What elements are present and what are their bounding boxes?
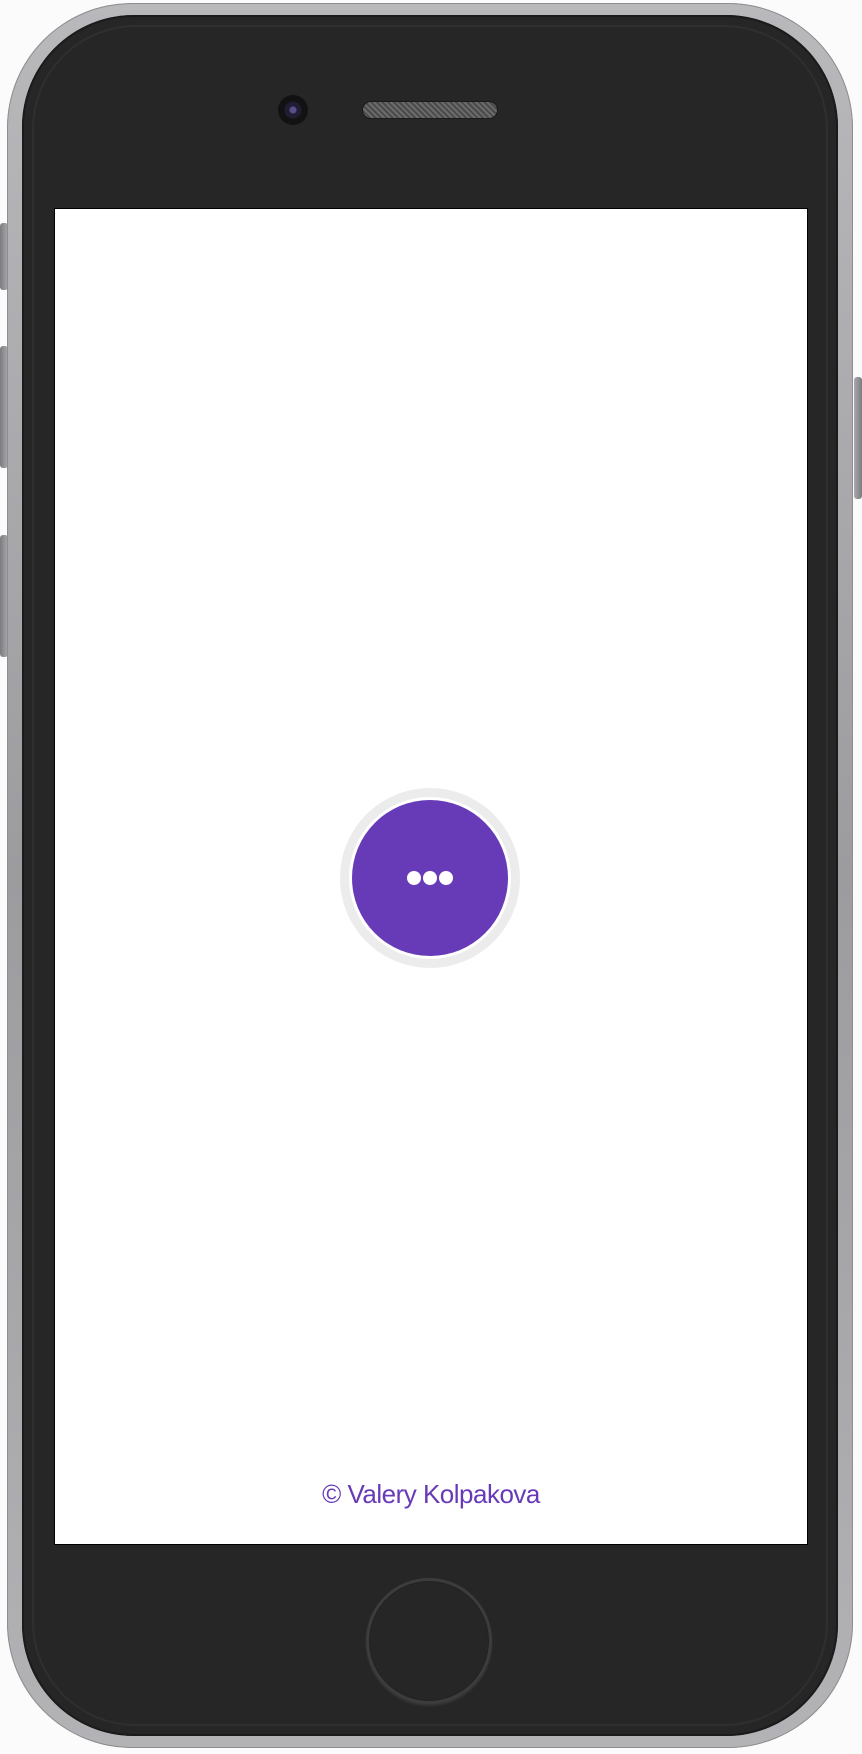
more-options-button[interactable]	[352, 800, 508, 956]
home-button[interactable]	[366, 1578, 492, 1704]
page: © Valery Kolpakova	[0, 0, 862, 1754]
fab-ring	[340, 788, 520, 968]
front-camera-icon	[278, 95, 308, 125]
earpiece-speaker	[363, 102, 497, 118]
app-screen: © Valery Kolpakova	[55, 209, 807, 1544]
power-button[interactable]	[854, 377, 862, 499]
dot	[407, 871, 421, 885]
more-horizontal-icon	[407, 871, 453, 885]
dot	[423, 871, 437, 885]
dot	[439, 871, 453, 885]
copyright-footer: © Valery Kolpakova	[322, 1479, 540, 1509]
